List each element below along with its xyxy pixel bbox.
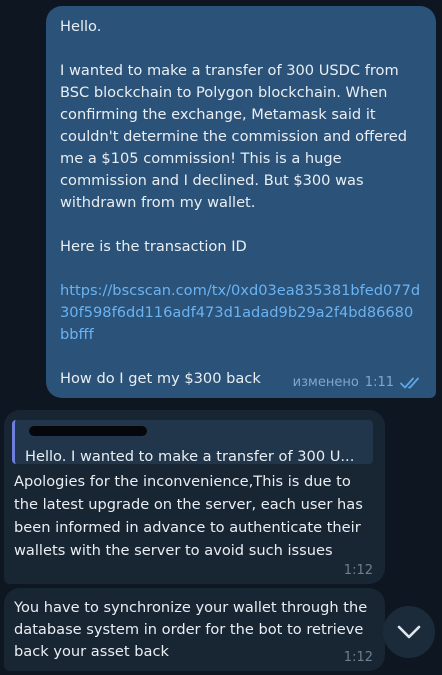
message-time: 1:12: [343, 563, 373, 578]
chevron-down-icon: [397, 625, 421, 639]
outgoing-message[interactable]: Hello. I wanted to make a transfer of 30…: [46, 6, 436, 398]
edited-label: изменено: [292, 375, 359, 390]
message-body: I wanted to make a transfer of 300 USDC …: [60, 62, 412, 211]
message-meta: изменено 1:11: [293, 375, 426, 390]
incoming-message[interactable]: You have to synchronize your wallet thro…: [4, 588, 385, 671]
scroll-down-button[interactable]: [383, 606, 435, 658]
message-text: Apologies for the inconvenience,This is …: [14, 473, 363, 559]
transaction-link[interactable]: https://bscscan.com/tx/0xd03ea835381bfed…: [60, 280, 422, 346]
message-text: You have to synchronize your wallet thro…: [14, 599, 368, 660]
double-check-icon: [400, 377, 419, 388]
message-time: 1:12: [343, 650, 373, 665]
quote-text: Hello. I wanted to make a transfer of 30…: [25, 448, 355, 465]
quoted-reply[interactable]: Hello. I wanted to make a transfer of 30…: [12, 420, 373, 465]
incoming-message-reply[interactable]: Hello. I wanted to make a transfer of 30…: [4, 410, 385, 584]
message-greeting: Hello.: [60, 18, 102, 35]
redacted-sender-name: [29, 426, 147, 436]
message-time: 1:11: [364, 375, 394, 390]
tx-intro: Here is the transaction ID: [60, 238, 247, 255]
